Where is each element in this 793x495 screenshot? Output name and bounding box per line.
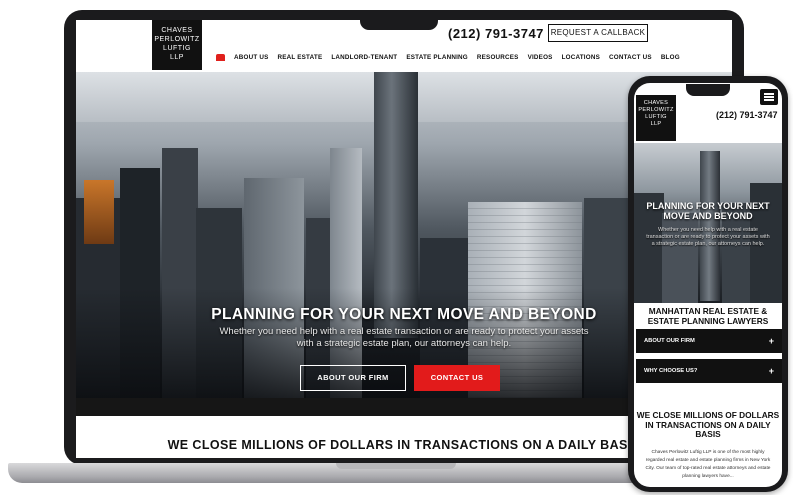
logo-line: LLP	[650, 121, 662, 127]
laptop-base-groove	[336, 463, 456, 469]
phone-screen: CHAVES PERLOWITZ LUFTIG LLP (212) 791-37…	[634, 83, 782, 487]
hamburger-menu-icon[interactable]	[760, 89, 778, 105]
accordion-label: WHY CHOOSE US?	[644, 368, 698, 374]
plus-icon: +	[768, 366, 774, 376]
accordion-why-choose-us[interactable]: WHY CHOOSE US? +	[636, 359, 782, 383]
skyline-building	[84, 180, 114, 244]
mobile-hero: PLANNING FOR YOUR NEXT MOVE AND BEYOND W…	[634, 143, 782, 303]
logo-line: CHAVES	[161, 27, 193, 34]
logo-line: LUFTIG	[163, 45, 191, 52]
logo-line: CHAVES	[643, 100, 669, 106]
logo-line: LLP	[170, 54, 184, 61]
home-icon[interactable]	[216, 54, 225, 61]
accordion-label: ABOUT OUR FIRM	[644, 338, 695, 344]
nav-about-us[interactable]: ABOUT US	[234, 54, 268, 61]
mobile-body-text: Chaves Perlowitz Luftig LLP is one of th…	[645, 450, 771, 479]
site-logo[interactable]: CHAVES PERLOWITZ LUFTIG LLP	[152, 20, 202, 70]
logo-line: PERLOWITZ	[154, 36, 200, 43]
mobile-section-title: MANHATTAN REAL ESTATE & ESTATE PLANNING …	[647, 306, 769, 326]
main-nav: ABOUT US REAL ESTATE LANDLORD-TENANT EST…	[216, 54, 680, 61]
nav-estate-planning[interactable]: ESTATE PLANNING	[406, 54, 468, 61]
header-phone-link[interactable]: (212) 791-3747	[448, 26, 544, 41]
hero-subtitle: Whether you need help with a real estate…	[219, 326, 589, 349]
logo-line: LUFTIG	[645, 114, 667, 120]
mobile-site-logo[interactable]: CHAVES PERLOWITZ LUFTIG LLP	[636, 95, 676, 141]
nav-contact-us[interactable]: CONTACT US	[609, 54, 652, 61]
nav-videos[interactable]: VIDEOS	[528, 54, 553, 61]
contact-us-button[interactable]: CONTACT US	[414, 365, 500, 391]
nav-landlord-tenant[interactable]: LANDLORD-TENANT	[331, 54, 397, 61]
nav-locations[interactable]: LOCATIONS	[562, 54, 600, 61]
about-our-firm-button[interactable]: ABOUT OUR FIRM	[300, 365, 406, 391]
mobile-phone-link[interactable]: (212) 791-3747	[716, 110, 778, 120]
menu-bar	[764, 93, 774, 95]
empire-state-building	[700, 151, 720, 301]
mobile-hero-title: PLANNING FOR YOUR NEXT MOVE AND BEYOND	[646, 201, 770, 221]
logo-line: PERLOWITZ	[638, 107, 674, 113]
nav-blog[interactable]: BLOG	[661, 54, 680, 61]
mobile-hero-subtitle: Whether you need help with a real estate…	[646, 227, 770, 247]
laptop-camera-notch	[360, 10, 438, 30]
plus-icon: +	[768, 336, 774, 346]
request-callback-button[interactable]: REQUEST A CALLBACK	[548, 24, 648, 42]
nav-resources[interactable]: RESOURCES	[477, 54, 519, 61]
phone-notch	[686, 84, 730, 96]
mobile-transactions-title: WE CLOSE MILLIONS OF DOLLARS IN TRANSACT…	[636, 410, 780, 439]
menu-bar	[764, 96, 774, 98]
device-mockup: CHAVES PERLOWITZ LUFTIG LLP (212) 791-37…	[0, 0, 793, 495]
nav-real-estate[interactable]: REAL ESTATE	[277, 54, 322, 61]
accordion-about-our-firm[interactable]: ABOUT OUR FIRM +	[636, 329, 782, 353]
menu-bar	[764, 99, 774, 101]
